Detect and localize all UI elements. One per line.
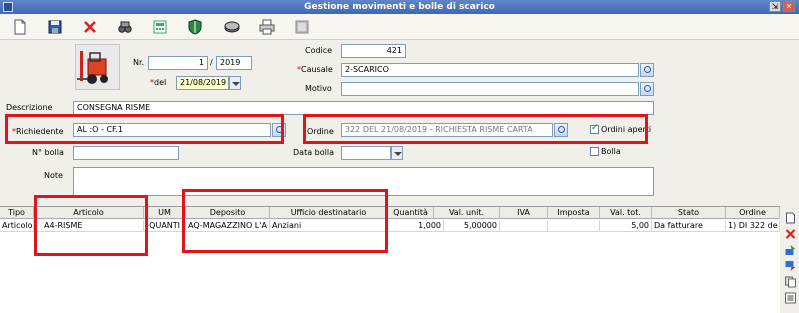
ordine-search-icon[interactable] xyxy=(554,123,568,137)
descrizione-label: Descrizione xyxy=(6,103,53,112)
sheets-icon[interactable] xyxy=(294,19,310,35)
cell-ordine[interactable]: 1) DI 322 de xyxy=(726,220,780,232)
list-icon[interactable] xyxy=(784,292,797,304)
grid-header-val-unit[interactable]: Val. unit. xyxy=(434,207,500,219)
new-document-icon[interactable] xyxy=(12,19,28,35)
close-button[interactable]: ✕ xyxy=(783,1,795,12)
binoculars-icon[interactable] xyxy=(117,19,133,35)
causale-search-icon[interactable] xyxy=(640,63,654,77)
ordine-field[interactable]: 322 DEL 21/08/2019 - RICHIESTA RISME CAR… xyxy=(341,123,553,137)
motivo-label: Motivo xyxy=(305,84,332,93)
move-down-icon[interactable] xyxy=(784,260,797,272)
databolla-label: Data bolla xyxy=(293,148,334,157)
grid-header-stato[interactable]: Stato xyxy=(652,207,726,219)
grid-header-articolo[interactable]: Articolo xyxy=(34,207,144,219)
table-row[interactable]: Articolo A4-RISME -QUANTI AQ-MAGAZZINO L… xyxy=(0,220,780,232)
delete-row-icon[interactable] xyxy=(784,228,797,240)
codice-field[interactable]: 421 xyxy=(341,44,406,58)
grid-header-um[interactable]: UM xyxy=(144,207,186,219)
richiedente-label: Richiedente xyxy=(16,127,64,136)
richiedente-search-icon[interactable] xyxy=(272,123,286,137)
del-date-field[interactable]: 21/08/2019 xyxy=(176,76,229,90)
print-icon[interactable] xyxy=(259,19,275,35)
grid-header: Tipo Articolo UM Deposito Ufficio destin… xyxy=(0,207,780,219)
grid-header-quantita[interactable]: Quantità xyxy=(388,207,434,219)
motivo-search-icon[interactable] xyxy=(640,82,654,96)
descrizione-field[interactable]: CONSEGNA RISME xyxy=(73,101,654,115)
del-label: del xyxy=(154,78,167,87)
cell-ufficio[interactable]: Anziani xyxy=(270,220,388,232)
nbolla-field[interactable] xyxy=(73,146,179,160)
movements-grid: Tipo Articolo UM Deposito Ufficio destin… xyxy=(0,206,780,313)
forklift-image xyxy=(75,44,120,90)
new-row-icon[interactable] xyxy=(784,212,797,224)
grid-header-imposta[interactable]: Imposta xyxy=(548,207,600,219)
save-icon[interactable] xyxy=(47,19,63,35)
year-field[interactable]: 2019 xyxy=(216,56,252,70)
toolbar xyxy=(0,14,799,40)
cell-iva[interactable] xyxy=(500,220,548,232)
cell-stato[interactable]: Da fatturare xyxy=(652,220,726,232)
ordini-aperti-checkbox[interactable] xyxy=(590,123,599,134)
databolla-dropdown[interactable] xyxy=(391,146,403,160)
grid-header-tipo[interactable]: Tipo xyxy=(0,207,34,219)
del-date-dropdown[interactable] xyxy=(229,76,241,90)
cell-quantita[interactable]: 1,000 xyxy=(388,220,444,232)
cell-um[interactable]: -QUANTI xyxy=(144,220,186,232)
delete-icon[interactable] xyxy=(82,19,98,35)
year-separator: / xyxy=(210,58,213,67)
nr-label: Nr. xyxy=(133,58,145,67)
bolla-checkbox[interactable] xyxy=(590,147,599,156)
copy-row-icon[interactable] xyxy=(784,276,797,288)
causale-field[interactable]: 2-SCARICO xyxy=(341,63,639,77)
move-up-icon[interactable] xyxy=(784,244,797,256)
cell-deposito[interactable]: AQ-MAGAZZINO L'A xyxy=(186,220,270,232)
shield-icon[interactable] xyxy=(187,19,203,35)
app-icon xyxy=(3,2,13,12)
window-title: Gestione movimenti e bolle di scarico xyxy=(304,2,495,12)
nr-field[interactable]: 1 xyxy=(148,56,208,70)
window-titlebar: Gestione movimenti e bolle di scarico ⇲ … xyxy=(0,0,799,14)
cell-val-unit[interactable]: 5,00000 xyxy=(444,220,500,232)
restore-button[interactable]: ⇲ xyxy=(769,1,781,12)
grid-header-val-tot[interactable]: Val. tot. xyxy=(600,207,652,219)
ordine-label: Ordine xyxy=(307,127,334,136)
motivo-field[interactable] xyxy=(341,82,639,96)
nbolla-label: N° bolla xyxy=(32,148,64,157)
ordini-aperti-label: Ordini aperti xyxy=(601,125,652,134)
causale-label: Causale xyxy=(301,65,333,74)
bolla-label: Bolla xyxy=(601,147,621,156)
databolla-field[interactable] xyxy=(341,146,391,160)
grid-header-iva[interactable]: IVA xyxy=(500,207,548,219)
grid-side-toolbar xyxy=(781,206,799,313)
grid-header-deposito[interactable]: Deposito xyxy=(186,207,270,219)
cell-imposta[interactable] xyxy=(548,220,600,232)
cell-tipo[interactable]: Articolo xyxy=(0,220,34,232)
grid-header-ordine[interactable]: Ordine xyxy=(726,207,780,219)
note-field[interactable] xyxy=(73,167,654,196)
grid-header-ufficio[interactable]: Ufficio destinatario xyxy=(270,207,388,219)
drive-icon[interactable] xyxy=(224,19,240,35)
cell-val-tot[interactable]: 5,00 xyxy=(600,220,652,232)
cell-articolo[interactable]: A4-RISME xyxy=(34,220,144,232)
codice-label: Codice xyxy=(305,46,333,55)
note-label: Note xyxy=(44,171,63,180)
calculator-icon[interactable] xyxy=(152,19,168,35)
richiedente-field[interactable]: AL :O - CF.1 xyxy=(73,123,271,137)
